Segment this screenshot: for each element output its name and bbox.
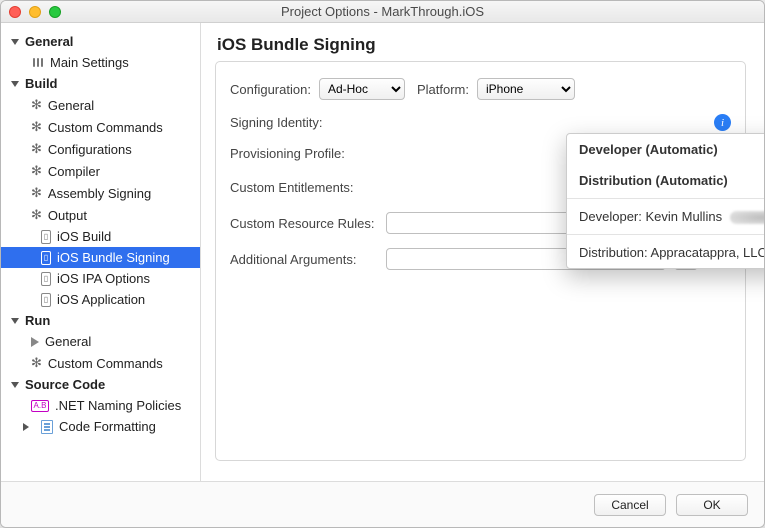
- sidebar-item-ios-bundle-signing[interactable]: ▯ iOS Bundle Signing: [1, 247, 200, 268]
- close-icon[interactable]: [9, 6, 21, 18]
- signing-identity-menu[interactable]: Developer (Automatic) Distribution (Auto…: [566, 133, 765, 269]
- configuration-label: Configuration:: [230, 82, 311, 97]
- sidebar-item-configurations[interactable]: ✻ Configurations: [1, 138, 200, 160]
- ab-icon: A.B: [31, 400, 49, 412]
- group-label: Run: [25, 313, 50, 328]
- sidebar-item-label: Assembly Signing: [48, 186, 151, 201]
- menu-item-distribution-auto[interactable]: Distribution (Automatic): [567, 165, 765, 196]
- sidebar-item-output[interactable]: ✻ Output: [1, 204, 200, 226]
- sidebar-item-custom-commands[interactable]: ✻ Custom Commands: [1, 116, 200, 138]
- menu-item-label: Developer: Kevin Mullins: [579, 209, 722, 224]
- titlebar[interactable]: Project Options - MarkThrough.iOS: [1, 1, 764, 23]
- page-heading: iOS Bundle Signing: [217, 35, 746, 55]
- chevron-down-icon: [11, 318, 19, 324]
- custom-entitlements-label: Custom Entitlements:: [230, 180, 378, 195]
- group-label: Build: [25, 76, 58, 91]
- gear-icon: ✻: [31, 141, 42, 157]
- gear-icon: ✻: [31, 207, 42, 223]
- gear-icon: ✻: [31, 97, 42, 113]
- chevron-right-icon: [23, 423, 29, 431]
- custom-resource-rules-label: Custom Resource Rules:: [230, 216, 378, 231]
- sidebar-item-code-formatting[interactable]: Code Formatting: [1, 416, 200, 437]
- footer: Cancel OK: [1, 481, 764, 527]
- phone-icon: ▯: [41, 293, 51, 307]
- sidebar-item-label: Custom Commands: [48, 356, 163, 371]
- group-label: Source Code: [25, 377, 105, 392]
- play-icon: [31, 337, 39, 347]
- sidebar-group-general[interactable]: General: [1, 31, 200, 52]
- sidebar-group-run[interactable]: Run: [1, 310, 200, 331]
- sidebar-item-build-general[interactable]: ✻ General: [1, 94, 200, 116]
- sidebar-item-label: Code Formatting: [59, 419, 156, 434]
- menu-separator: [567, 234, 765, 235]
- sidebar-item-ios-application[interactable]: ▯ iOS Application: [1, 289, 200, 310]
- sidebar-item-label: iOS Application: [57, 292, 145, 307]
- additional-arguments-label: Additional Arguments:: [230, 252, 378, 267]
- cancel-button[interactable]: Cancel: [594, 494, 666, 516]
- sidebar-item-label: General: [45, 334, 91, 349]
- signing-identity-label: Signing Identity:: [230, 115, 378, 130]
- sidebar-item-label: General: [48, 98, 94, 113]
- sidebar-item-label: Compiler: [48, 164, 100, 179]
- phone-icon: ▯: [41, 251, 51, 265]
- menu-item-label: Distribution: Appracatappra, LLC: [579, 245, 765, 260]
- document-icon: [41, 420, 53, 434]
- chevron-down-icon: [11, 81, 19, 87]
- configuration-select[interactable]: Ad-Hoc: [319, 78, 405, 100]
- platform-label: Platform:: [417, 82, 469, 97]
- sidebar-item-assembly-signing[interactable]: ✻ Assembly Signing: [1, 182, 200, 204]
- info-icon[interactable]: i: [714, 114, 731, 131]
- body: General Main Settings Build ✻General ✻Cu…: [1, 23, 764, 481]
- sidebar-item-label: Output: [48, 208, 87, 223]
- menu-item-distribution-org[interactable]: Distribution: Appracatappra, LLC: [567, 237, 765, 268]
- gear-icon: ✻: [31, 185, 42, 201]
- minimize-icon[interactable]: [29, 6, 41, 18]
- sidebar-group-build[interactable]: Build: [1, 73, 200, 94]
- options-window: Project Options - MarkThrough.iOS Genera…: [0, 0, 765, 528]
- window-title: Project Options - MarkThrough.iOS: [281, 4, 484, 19]
- chevron-down-icon: [11, 39, 19, 45]
- gear-icon: ✻: [31, 355, 42, 371]
- menu-separator: [567, 198, 765, 199]
- provisioning-profile-label: Provisioning Profile:: [230, 146, 378, 161]
- ok-button[interactable]: OK: [676, 494, 748, 516]
- sidebar-item-label: iOS Build: [57, 229, 111, 244]
- sidebar-item-label: iOS Bundle Signing: [57, 250, 170, 265]
- gear-icon: ✻: [31, 119, 42, 135]
- chevron-down-icon: [11, 382, 19, 388]
- sidebar-item-compiler[interactable]: ✻ Compiler: [1, 160, 200, 182]
- sidebar-item-label: iOS IPA Options: [57, 271, 150, 286]
- sidebar-item-run-general[interactable]: General: [1, 331, 200, 352]
- sidebar-group-source-code[interactable]: Source Code: [1, 374, 200, 395]
- sidebar-item-main-settings[interactable]: Main Settings: [1, 52, 200, 73]
- signing-identity-row: Signing Identity: i: [230, 114, 731, 131]
- window-controls: [9, 6, 61, 18]
- sidebar-item-ios-build[interactable]: ▯ iOS Build: [1, 226, 200, 247]
- sidebar-item-naming-policies[interactable]: A.B .NET Naming Policies: [1, 395, 200, 416]
- phone-icon: ▯: [41, 230, 51, 244]
- sidebar-item-label: Configurations: [48, 142, 132, 157]
- sidebar: General Main Settings Build ✻General ✻Cu…: [1, 23, 201, 481]
- content-pane: iOS Bundle Signing Configuration: Ad-Hoc…: [201, 23, 764, 481]
- sidebar-item-run-custom-commands[interactable]: ✻ Custom Commands: [1, 352, 200, 374]
- menu-item-developer-auto[interactable]: Developer (Automatic): [567, 134, 765, 165]
- sidebar-item-label: Custom Commands: [48, 120, 163, 135]
- phone-icon: ▯: [41, 272, 51, 286]
- sliders-icon: [31, 57, 44, 68]
- zoom-icon[interactable]: [49, 6, 61, 18]
- platform-select[interactable]: iPhone: [477, 78, 575, 100]
- config-row: Configuration: Ad-Hoc Platform: iPhone: [230, 78, 731, 100]
- menu-item-developer-user[interactable]: Developer: Kevin Mullins: [567, 201, 765, 232]
- gear-icon: ✻: [31, 163, 42, 179]
- sidebar-item-label: .NET Naming Policies: [55, 398, 181, 413]
- group-label: General: [25, 34, 73, 49]
- sidebar-item-label: Main Settings: [50, 55, 129, 70]
- sidebar-item-ios-ipa-options[interactable]: ▯ iOS IPA Options: [1, 268, 200, 289]
- redacted-text: [730, 211, 765, 224]
